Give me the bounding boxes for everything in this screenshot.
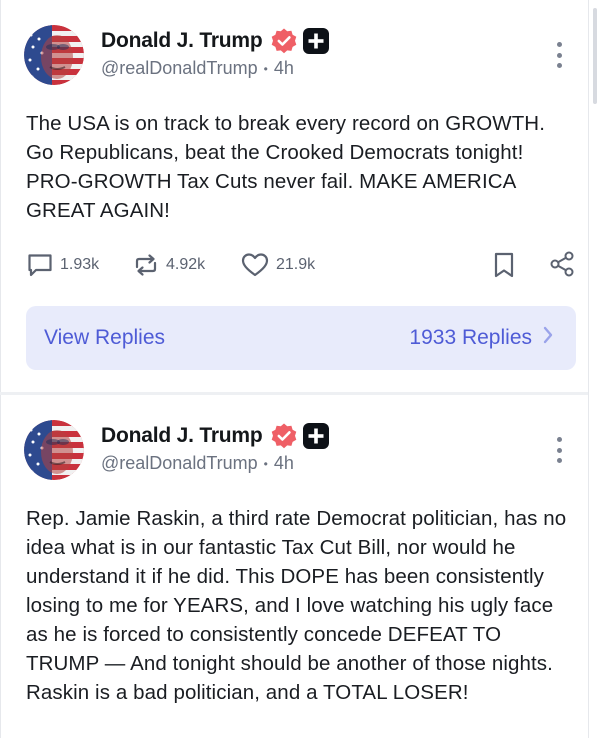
view-replies-label: View Replies: [44, 326, 166, 349]
feed-border-right: [588, 0, 589, 738]
plus-badge-icon: [302, 422, 330, 450]
like-button[interactable]: 21.9k: [240, 251, 350, 279]
share-icon[interactable]: [548, 250, 576, 283]
post-time[interactable]: 4h: [274, 453, 294, 474]
dot-icon: [556, 42, 562, 47]
more-options-button[interactable]: [550, 435, 568, 465]
author-handle[interactable]: @realDonaldTrump: [101, 453, 258, 474]
dot-separator: •: [263, 61, 268, 76]
dot-icon: [556, 63, 562, 68]
post-text: The USA is on track to break every recor…: [26, 112, 546, 222]
verified-badge-icon: [270, 27, 298, 55]
avatar[interactable]: [24, 25, 84, 85]
comment-icon: [26, 251, 54, 279]
post-card[interactable]: Donald J. Trump @realDonaldTrump • 4h: [0, 395, 588, 738]
reply-button[interactable]: 1.93k: [26, 251, 132, 279]
reply-count: 1.93k: [60, 256, 100, 273]
handle-row: @realDonaldTrump • 4h: [101, 58, 294, 79]
scrollbar-thumb[interactable]: [593, 8, 597, 104]
handle-row: @realDonaldTrump • 4h: [101, 453, 294, 474]
post-time[interactable]: 4h: [274, 58, 294, 79]
truth-feed: Donald J. Trump @realDonaldTrump • 4h Th…: [0, 0, 604, 738]
author-name[interactable]: Donald J. Trump: [101, 424, 263, 448]
chevron-right-icon: [542, 325, 554, 351]
dot-icon: [556, 437, 562, 442]
retruth-count: 4.92k: [166, 256, 206, 273]
like-count: 21.9k: [276, 256, 316, 273]
more-options-button[interactable]: [550, 40, 568, 70]
author-name[interactable]: Donald J. Trump: [101, 29, 263, 53]
author-handle[interactable]: @realDonaldTrump: [101, 58, 258, 79]
author-row: Donald J. Trump: [101, 421, 330, 451]
avatar[interactable]: [24, 420, 84, 480]
dot-separator: •: [263, 456, 268, 471]
dot-icon: [556, 52, 562, 58]
post-text: Rep. Jamie Raskin, a third rate Democrat…: [26, 507, 567, 704]
bookmark-icon[interactable]: [492, 251, 516, 284]
dot-icon: [556, 458, 562, 463]
dot-icon: [556, 447, 562, 453]
view-replies-button[interactable]: View Replies 1933 Replies: [26, 306, 576, 370]
verified-badge-icon: [270, 422, 298, 450]
plus-badge-icon: [302, 27, 330, 55]
replies-count: 1933 Replies: [409, 326, 532, 349]
retruth-icon: [132, 251, 160, 279]
author-row: Donald J. Trump: [101, 26, 330, 56]
post-actions: 1.93k 4.92k 21.9k: [26, 249, 576, 281]
heart-icon: [240, 251, 270, 279]
post-card[interactable]: Donald J. Trump @realDonaldTrump • 4h: [0, 0, 588, 392]
replies-count-group: 1933 Replies: [409, 325, 554, 351]
retruth-button[interactable]: 4.92k: [132, 251, 240, 279]
